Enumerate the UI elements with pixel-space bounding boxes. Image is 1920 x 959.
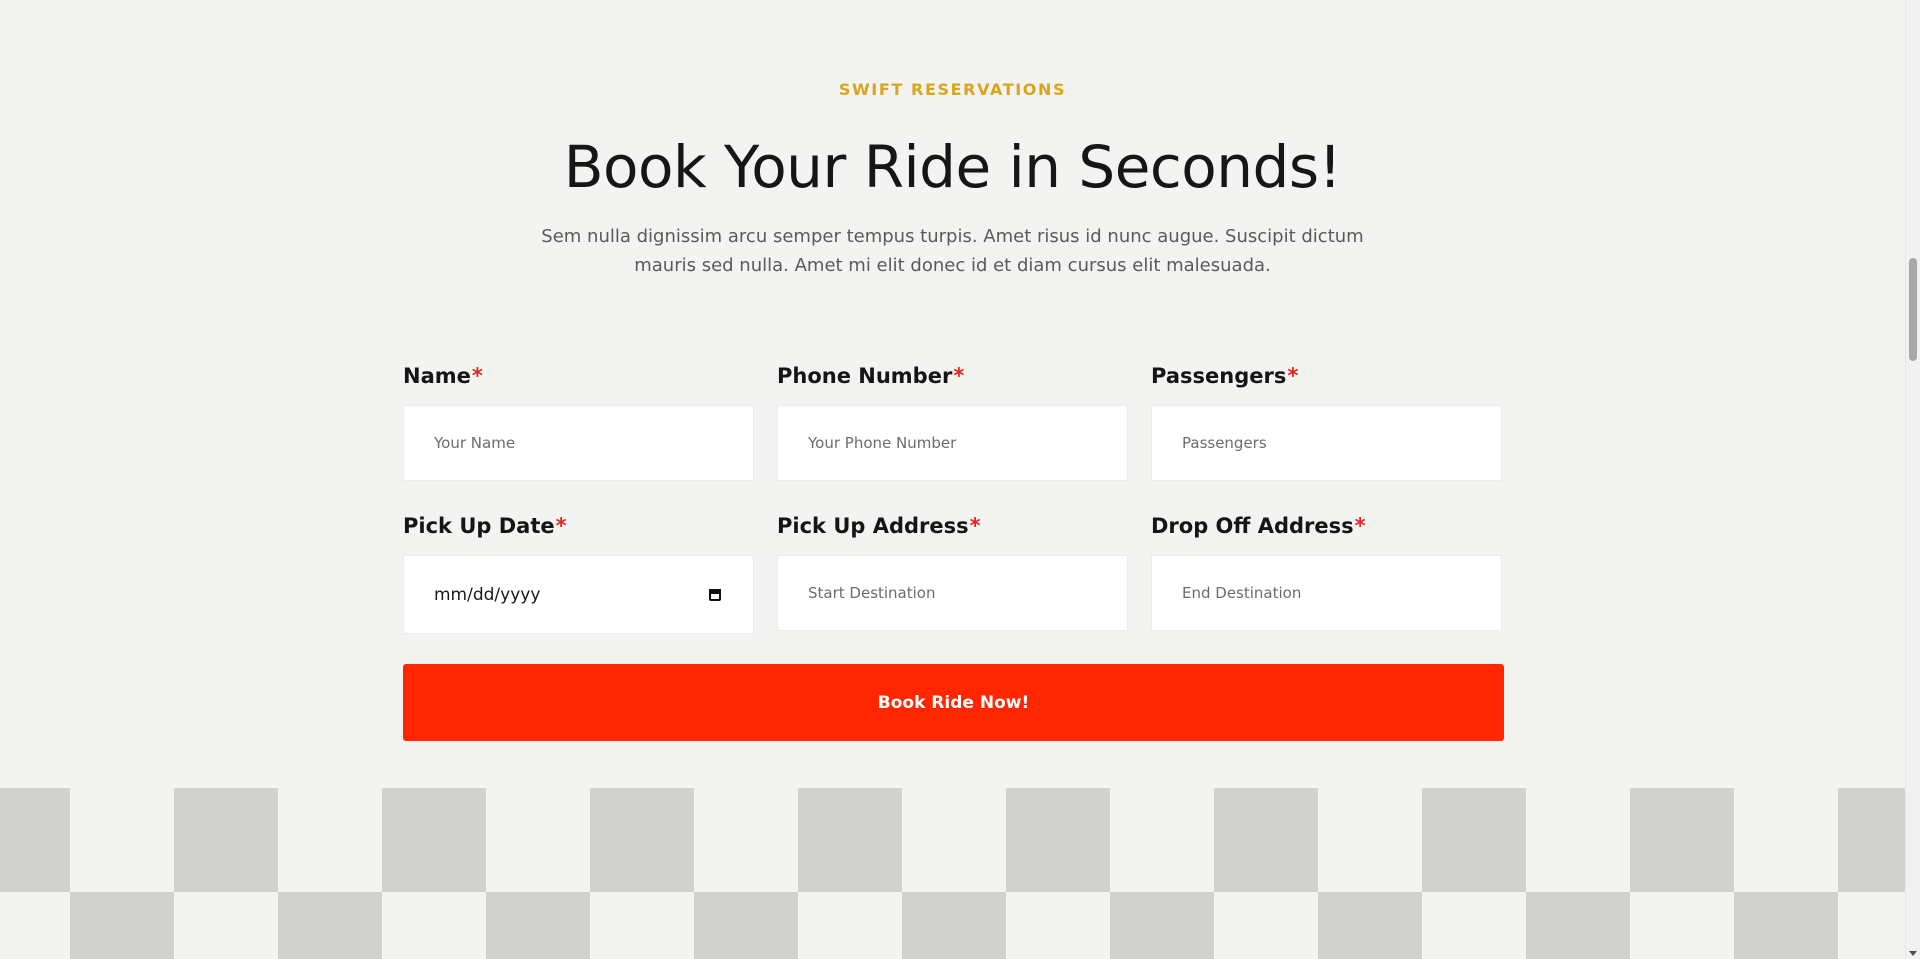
pickup-address-input[interactable]: Start Destination	[777, 555, 1128, 631]
name-placeholder: Your Name	[434, 434, 516, 452]
pickup-address-placeholder: Start Destination	[808, 584, 936, 602]
required-marker: *	[953, 364, 965, 388]
section-eyebrow: SWIFT RESERVATIONS	[838, 80, 1067, 99]
pickup-date-field: Pick Up Date* mm/dd/yyyy	[403, 509, 754, 659]
form-grid: Name* Your Name Phone Number* Your Phone…	[403, 359, 1503, 659]
pickup-date-placeholder: mm/dd/yyyy	[434, 584, 541, 605]
passengers-placeholder: Passengers	[1182, 434, 1267, 452]
dropoff-address-placeholder: End Destination	[1182, 584, 1302, 602]
dropoff-address-label: Drop Off Address*	[1151, 514, 1366, 538]
book-ride-button[interactable]: Book Ride Now!	[403, 664, 1504, 741]
vertical-scrollbar[interactable]	[1905, 0, 1920, 959]
required-marker: *	[555, 514, 567, 538]
required-marker: *	[1354, 514, 1366, 538]
passengers-input[interactable]: Passengers	[1151, 405, 1502, 481]
phone-label: Phone Number*	[777, 364, 965, 388]
required-marker: *	[1287, 364, 1299, 388]
section-title: Book Your Ride in Seconds!	[563, 133, 1342, 201]
passengers-field: Passengers* Passengers	[1151, 359, 1502, 509]
passengers-label: Passengers*	[1151, 364, 1299, 388]
phone-placeholder: Your Phone Number	[808, 434, 957, 452]
pickup-address-label: Pick Up Address*	[777, 514, 981, 538]
booking-form: Name* Your Name Phone Number* Your Phone…	[403, 359, 1504, 741]
scroll-down-arrow-icon[interactable]	[1909, 951, 1917, 956]
phone-input[interactable]: Your Phone Number	[777, 405, 1128, 481]
name-label: Name*	[403, 364, 483, 388]
required-marker: *	[969, 514, 981, 538]
section-description: Sem nulla dignissim arcu semper tempus t…	[541, 226, 1364, 276]
dropoff-address-input[interactable]: End Destination	[1151, 555, 1502, 631]
scrollbar-thumb[interactable]	[1909, 258, 1917, 361]
pickup-date-input[interactable]: mm/dd/yyyy	[403, 555, 754, 634]
required-marker: *	[471, 364, 483, 388]
calendar-icon[interactable]	[709, 588, 723, 602]
pickup-date-label: Pick Up Date*	[403, 514, 567, 538]
phone-field: Phone Number* Your Phone Number	[777, 359, 1128, 509]
checkered-pattern	[0, 788, 1905, 959]
name-input[interactable]: Your Name	[403, 405, 754, 481]
dropoff-address-field: Drop Off Address* End Destination	[1151, 509, 1502, 659]
pickup-address-field: Pick Up Address* Start Destination	[777, 509, 1128, 659]
name-field: Name* Your Name	[403, 359, 754, 509]
